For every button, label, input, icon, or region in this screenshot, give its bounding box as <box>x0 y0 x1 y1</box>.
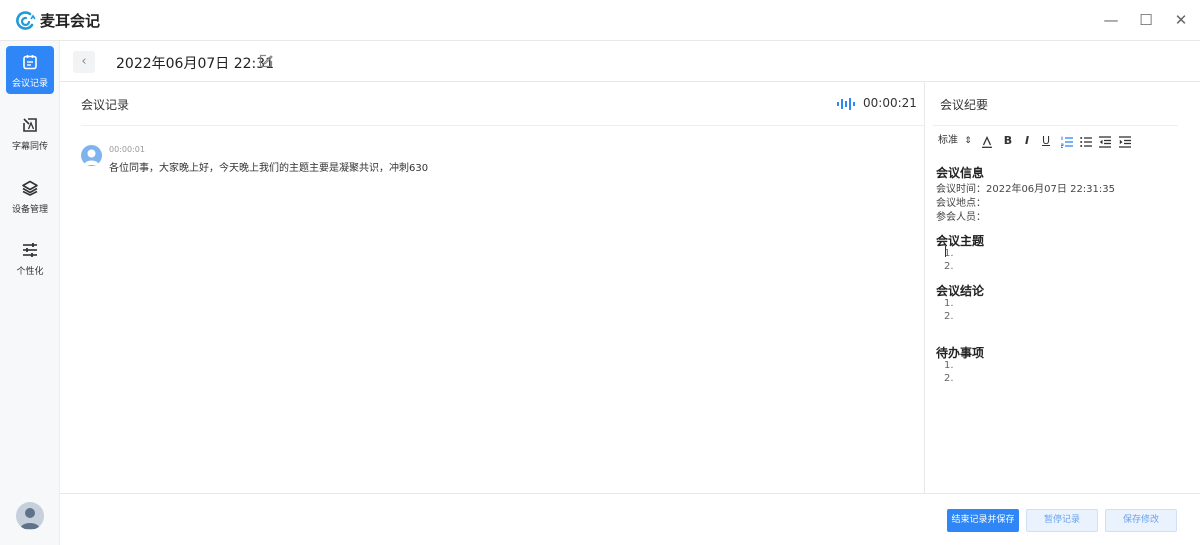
bold-button[interactable]: B <box>1001 133 1015 149</box>
calendar-icon <box>23 55 37 70</box>
session-title: 2022年06月07日 22:31 <box>116 56 275 72</box>
recording-timer: 00:00:21 <box>863 96 917 110</box>
summary-panel-title: 会议纪要 <box>940 98 989 112</box>
layers-icon <box>22 180 38 196</box>
bullet-list-button[interactable] <box>1080 133 1094 149</box>
divider <box>933 125 1178 126</box>
sidebar-item-label: 设备管理 <box>11 205 48 215</box>
list-item: 2. <box>944 261 954 272</box>
section-heading-info: 会议信息 <box>936 166 985 180</box>
style-select[interactable]: 标准 <box>937 133 959 149</box>
list-item: 2. <box>944 373 954 384</box>
section-heading-conclusion: 会议结论 <box>936 284 985 298</box>
close-button[interactable]: ✕ <box>1171 10 1191 30</box>
app-logo-icon <box>16 11 36 30</box>
divider <box>81 125 925 126</box>
back-button[interactable]: ‹ <box>73 51 95 73</box>
font-color-button[interactable] <box>981 133 995 149</box>
section-heading-todo: 待办事项 <box>936 346 985 360</box>
summary-panel: 会议纪要 标准 ⇕ B I U 会议信息 会议时间：2022年06月07日 22… <box>925 82 1200 493</box>
minimize-button[interactable]: — <box>1101 10 1121 30</box>
underline-button[interactable]: U <box>1039 133 1053 149</box>
list-item: 1. <box>944 360 954 371</box>
list-item: 2. <box>944 311 954 322</box>
style-select-arrow-icon[interactable]: ⇕ <box>963 133 973 149</box>
end-and-save-button[interactable]: 结束记录并保存 <box>947 509 1019 532</box>
save-changes-button[interactable]: 保存修改 <box>1105 509 1177 532</box>
editor-toolbar: 标准 ⇕ B I U <box>937 133 1182 149</box>
sidebar-item-device[interactable]: 设备管理 <box>6 172 54 220</box>
indent-button[interactable] <box>1119 133 1133 149</box>
sidebar-item-label: 字幕同传 <box>11 142 48 152</box>
sidebar-item-subtitle[interactable]: 字幕同传 <box>6 109 54 157</box>
session-header: ‹ 2022年06月07日 22:31 <box>60 41 1200 82</box>
audio-wave-icon <box>837 98 855 110</box>
meeting-time-line: 会议时间：2022年06月07日 22:31:35 <box>936 184 1115 195</box>
pause-recording-button[interactable]: 暂停记录 <box>1026 509 1098 532</box>
transcript-text: 各位同事，大家晚上好，今天晚上我们的主题主要是凝聚共识，冲刺630 <box>109 163 429 174</box>
attendees-line: 参会人员： <box>936 212 986 223</box>
maximize-button[interactable]: ☐ <box>1136 10 1156 30</box>
meeting-place-line: 会议地点： <box>936 198 986 209</box>
title-bar: 麦耳会记 — ☐ ✕ <box>0 0 1200 41</box>
outdent-button[interactable] <box>1099 133 1113 149</box>
sidebar-item-meeting-record[interactable]: 会议记录 <box>6 46 54 94</box>
sidebar: 会议记录 字幕同传 设备管理 个性化 <box>0 41 60 545</box>
recording-panel: 会议记录 00:00:21 00:00:01 各位同事，大家晚上好，今天晚上我们… <box>60 82 925 493</box>
speaker-avatar <box>81 145 102 166</box>
bullet-list-icon <box>1080 137 1092 147</box>
ordered-list-icon <box>1061 136 1073 148</box>
sidebar-item-personalize[interactable]: 个性化 <box>6 234 54 282</box>
section-heading-topic: 会议主题 <box>936 234 985 248</box>
text-caret <box>945 246 946 257</box>
user-avatar[interactable] <box>16 502 44 530</box>
outdent-icon <box>1099 136 1111 148</box>
sidebar-item-label: 会议记录 <box>11 79 48 89</box>
recording-panel-title: 会议记录 <box>81 98 130 112</box>
list-item: 1. <box>944 298 954 309</box>
transcript-timestamp: 00:00:01 <box>109 145 145 154</box>
ordered-list-button[interactable] <box>1061 133 1075 149</box>
font-color-icon <box>982 136 992 148</box>
user-avatar-icon <box>84 149 99 165</box>
footer-bar: 结束记录并保存 暂停记录 保存修改 <box>60 493 1200 545</box>
italic-button[interactable]: I <box>1020 133 1034 149</box>
sidebar-item-label: 个性化 <box>16 267 44 277</box>
indent-icon <box>1119 136 1131 148</box>
edit-icon[interactable] <box>259 54 273 68</box>
subtitle-icon <box>23 118 37 132</box>
app-title: 麦耳会记 <box>40 12 101 30</box>
sliders-icon <box>23 243 37 257</box>
user-avatar-icon <box>20 508 40 529</box>
